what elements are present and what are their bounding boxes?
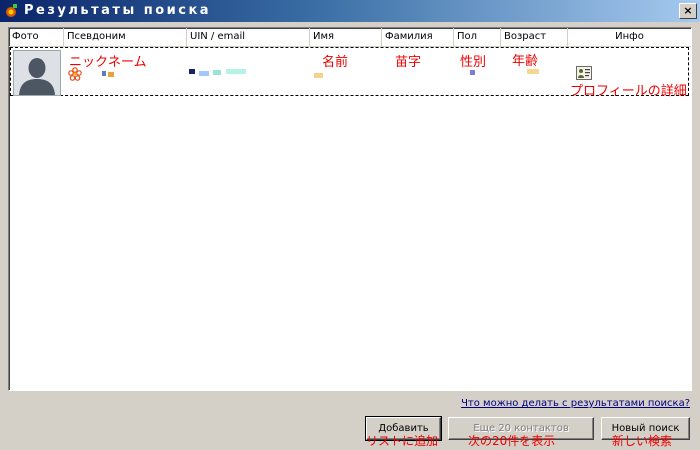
column-last-name[interactable]: Фамилия (382, 28, 454, 46)
age-value-redacted (527, 69, 539, 74)
avatar (13, 50, 61, 96)
column-gender[interactable]: Пол (454, 28, 501, 46)
results-list[interactable]: Фото Псевдоним UIN / email Имя Фамилия П… (8, 27, 692, 391)
window-title: Результаты поиска (24, 3, 212, 18)
column-header: Фото Псевдоним UIN / email Имя Фамилия П… (9, 28, 691, 47)
uin-value-redacted-2 (199, 71, 209, 76)
uin-value-redacted (189, 69, 195, 74)
avatar-placeholder-icon (14, 51, 60, 95)
uin-value-redacted-3 (213, 70, 221, 75)
column-photo[interactable]: Фото (9, 28, 64, 46)
annotation-first-name: 名前 (322, 55, 349, 70)
column-uin-email[interactable]: UIN / email (187, 28, 310, 46)
annotation-gender: 性別 (460, 55, 487, 70)
gender-value-redacted (470, 70, 475, 75)
first-name-value-redacted (314, 73, 323, 78)
uin-value-redacted-4 (226, 69, 246, 74)
app-icon (6, 4, 17, 17)
column-info[interactable]: Инфо (568, 28, 691, 46)
column-first-name[interactable]: Имя (310, 28, 382, 46)
annotation-profile: プロフィールの詳細 (570, 84, 687, 99)
nickname-value-redacted (102, 71, 106, 76)
profile-card-icon[interactable] (576, 66, 592, 80)
column-age[interactable]: Возраст (501, 28, 568, 46)
annotation-new-search: 新しい検索 (612, 434, 673, 448)
nickname-value-redacted-2 (108, 72, 114, 77)
help-link[interactable]: Что можно делать с результатами поиска? (461, 398, 690, 409)
annotation-nickname: ニックネーム (69, 55, 147, 70)
close-button[interactable]: × (679, 3, 697, 19)
annotation-last-name: 苗字 (395, 55, 422, 70)
title-bar: Результаты поиска × (0, 0, 700, 22)
annotation-add: リストに追加 (366, 434, 439, 448)
column-nickname[interactable]: Псевдоним (64, 28, 187, 46)
annotation-next: 次の20件を表示 (468, 434, 556, 448)
annotation-age: 年齢 (512, 54, 539, 69)
